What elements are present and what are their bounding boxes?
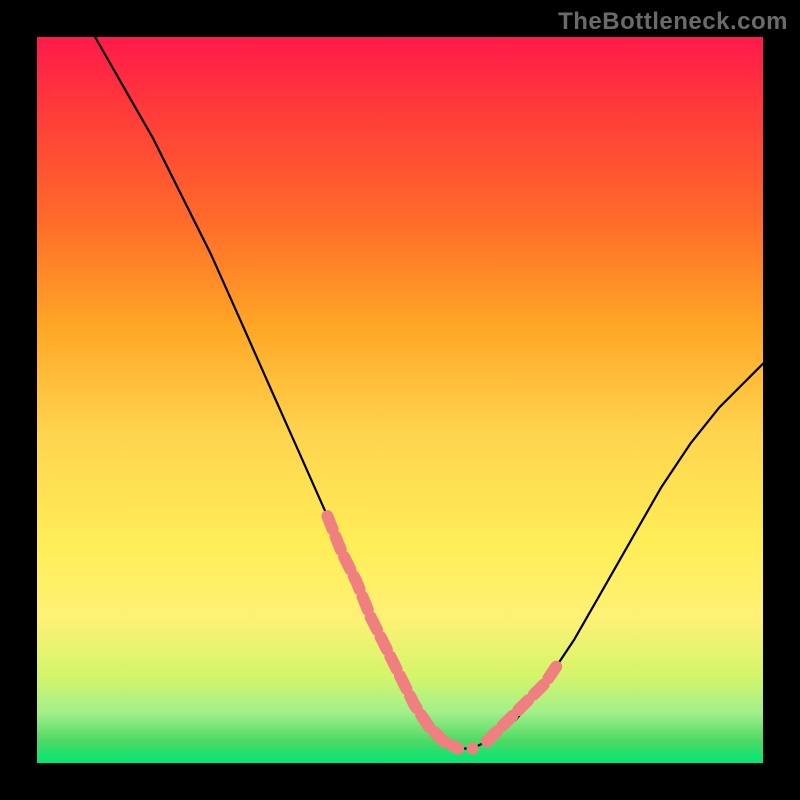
dot bbox=[467, 743, 479, 755]
chart-stage: TheBottleneck.com bbox=[0, 0, 800, 800]
bottleneck-curve bbox=[95, 37, 763, 749]
dot bbox=[409, 699, 421, 711]
dot bbox=[423, 721, 435, 733]
dot bbox=[452, 743, 464, 755]
plot-area bbox=[37, 37, 763, 763]
dot bbox=[394, 670, 406, 682]
dot bbox=[481, 735, 493, 747]
highlight-right-segment bbox=[487, 661, 560, 741]
highlight-left-segment bbox=[327, 516, 458, 748]
dot bbox=[438, 735, 450, 747]
watermark-text: TheBottleneck.com bbox=[558, 8, 788, 36]
chart-svg bbox=[37, 37, 763, 763]
